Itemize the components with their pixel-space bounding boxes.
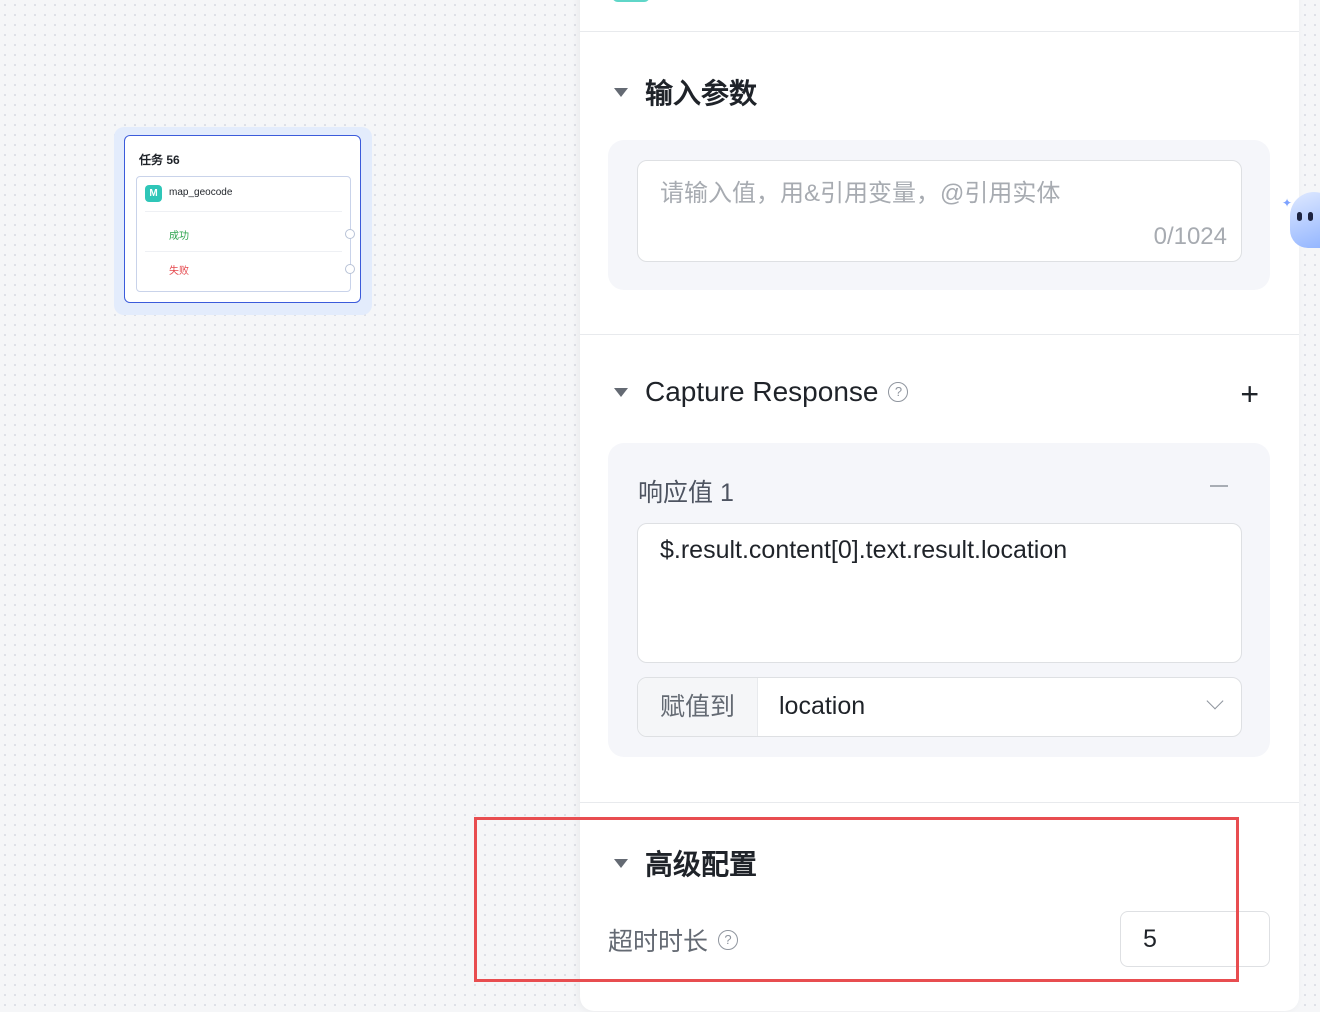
input-section-header[interactable]: 输入参数 (614, 72, 757, 112)
response-label: 响应值 1 (638, 479, 734, 507)
input-params-box: 请输入值，用&引用变量，@引用实体 0/1024 (608, 140, 1270, 290)
divider (580, 334, 1299, 335)
add-response-button[interactable]: + (1240, 378, 1259, 410)
input-params-textarea[interactable]: 请输入值，用&引用变量，@引用实体 0/1024 (637, 160, 1242, 262)
help-icon[interactable]: ? (888, 382, 909, 402)
timeout-label-row: 超时时长 ? (608, 922, 739, 958)
response-expression-text: $.result.content[0].text.result.location (660, 536, 1068, 564)
divider (580, 802, 1299, 803)
mascot-eye (1297, 212, 1302, 221)
input-section-title: 输入参数 (645, 78, 758, 109)
remove-response-button[interactable] (1210, 485, 1228, 487)
node-config-panel: 输入参数 请输入值，用&引用变量，@引用实体 0/1024 Capture Re… (580, 0, 1299, 1011)
mascot-eye (1308, 212, 1313, 221)
caret-down-icon (614, 387, 628, 397)
capture-section-header[interactable]: Capture Response ? (614, 376, 909, 408)
map-tool-icon: M (145, 185, 162, 202)
assign-to-value: location (779, 692, 866, 720)
assign-to-label: 赋值到 (638, 678, 758, 736)
char-counter: 0/1024 (1153, 223, 1227, 250)
branch-fail-label: 失败 (169, 266, 189, 277)
mascot-body (1290, 192, 1320, 248)
branch-success-label: 成功 (169, 231, 189, 242)
panel-top-badge (612, 0, 650, 2)
node-title: 任务 56 (139, 153, 180, 167)
node-tool-card[interactable]: M map_geocode 成功 失败 (136, 176, 355, 292)
capture-section-title: Capture Response (645, 376, 879, 407)
workflow-node-task[interactable]: 任务 56 M map_geocode 成功 失败 (124, 135, 361, 303)
input-placeholder: 请输入值，用&引用变量，@引用实体 (660, 180, 1061, 207)
node-tool-row: M map_geocode (145, 177, 342, 212)
help-icon[interactable]: ? (718, 930, 739, 950)
advanced-section-title: 高级配置 (645, 849, 758, 880)
assign-to-select[interactable]: 赋值到 location (637, 677, 1242, 737)
chevron-down-icon (1206, 692, 1224, 710)
caret-down-icon (614, 858, 628, 868)
workflow-node-highlight: 任务 56 M map_geocode 成功 失败 (114, 127, 372, 315)
response-expression-input[interactable]: $.result.content[0].text.result.location (637, 523, 1242, 663)
node-tool-name: map_geocode (169, 187, 233, 198)
timeout-input[interactable]: 5 (1120, 911, 1270, 967)
fail-output-port[interactable] (345, 264, 355, 274)
assistant-mascot-icon[interactable]: ✦ (1282, 188, 1320, 250)
timeout-label: 超时时长 (608, 928, 709, 956)
advanced-section-header[interactable]: 高级配置 (614, 843, 757, 883)
node-branch-success: 成功 (145, 217, 355, 252)
node-branch-fail: 失败 (145, 252, 355, 286)
divider (580, 31, 1299, 32)
caret-down-icon (614, 87, 628, 97)
success-output-port[interactable] (345, 229, 355, 239)
response-card: 响应值 1 $.result.content[0].text.result.lo… (608, 443, 1270, 757)
